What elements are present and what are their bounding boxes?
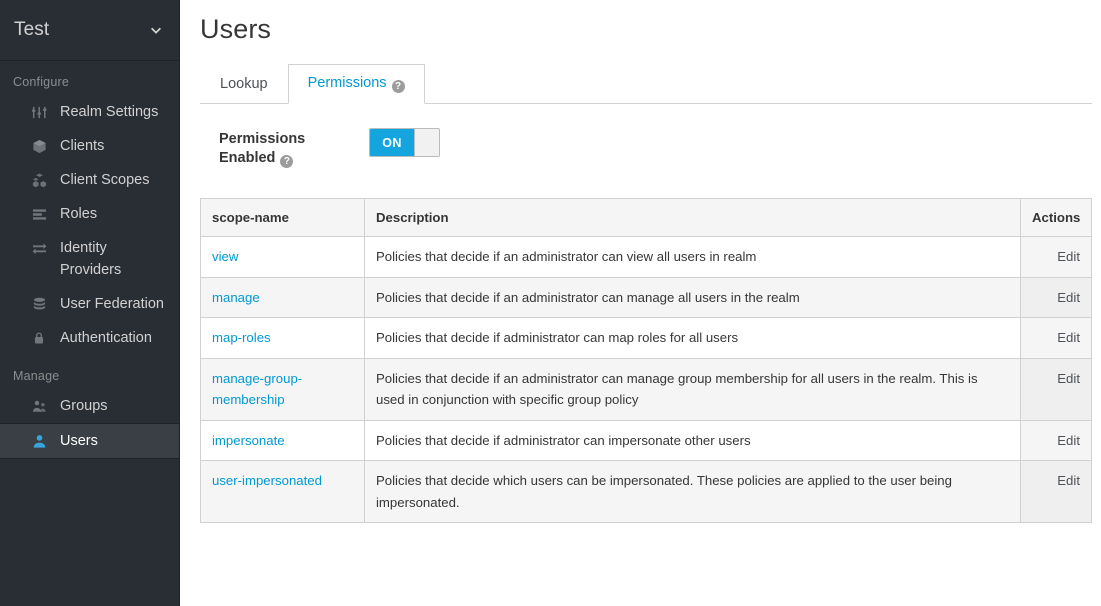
table-row: manage Policies that decide if an admini… [200, 276, 1092, 318]
cell-actions: Edit [1020, 419, 1092, 461]
sidebar-nav: Configure Realm Settings Clients Client … [0, 61, 179, 460]
column-header-description: Description [364, 198, 1021, 238]
cell-description: Policies that decide if administrator ca… [364, 317, 1021, 359]
scope-link-map-roles[interactable]: map-roles [212, 330, 271, 345]
page-title: Users [200, 14, 272, 44]
table-row: user-impersonated Policies that decide w… [200, 460, 1092, 523]
sidebar-item-users[interactable]: Users [0, 423, 179, 460]
sidebar-item-label: Authentication [60, 330, 152, 347]
cell-actions: Edit [1020, 236, 1092, 278]
edit-button[interactable]: Edit [1057, 473, 1080, 488]
lock-icon [30, 328, 48, 348]
sidebar-section-manage-label: Manage [13, 369, 60, 384]
permissions-enabled-label: Permissions Enabled? [200, 128, 350, 168]
sidebar-item-label: Client Scopes [60, 172, 150, 189]
sidebar-item-client-scopes[interactable]: Client Scopes [0, 163, 179, 197]
sidebar-section-configure-label: Configure [13, 75, 69, 89]
column-header-actions: Actions [1020, 198, 1092, 238]
cell-description: Policies that decide if an administrator… [364, 357, 1021, 421]
edit-button[interactable]: Edit [1057, 290, 1080, 305]
cell-actions: Edit [1020, 276, 1092, 318]
sidebar-item-groups[interactable]: Groups [0, 389, 179, 423]
cell-scope-name: impersonate [200, 419, 365, 461]
scope-link-view[interactable]: view [212, 249, 238, 264]
list-icon [30, 204, 48, 224]
table-header-row: scope-name Description Actions [200, 198, 1092, 238]
edit-button[interactable]: Edit [1057, 330, 1080, 345]
users-group-icon [30, 396, 48, 416]
sidebar-item-label: Identity Providers [60, 240, 122, 279]
tab-lookup[interactable]: Lookup [200, 65, 288, 104]
chevron-down-icon [149, 23, 163, 37]
cell-actions: Edit [1020, 357, 1092, 421]
cell-description: Policies that decide if an administrator… [364, 236, 1021, 278]
permissions-enabled-toggle[interactable]: ON [369, 128, 440, 157]
cell-scope-name: user-impersonated [200, 460, 365, 523]
edit-button[interactable]: Edit [1057, 371, 1080, 386]
sidebar-item-clients[interactable]: Clients [0, 129, 179, 163]
sidebar-item-user-federation[interactable]: User Federation [0, 287, 179, 321]
edit-button[interactable]: Edit [1057, 249, 1080, 264]
cell-actions: Edit [1020, 460, 1092, 523]
toggle-on-label: ON [370, 129, 414, 156]
cell-description: Policies that decide if administrator ca… [364, 419, 1021, 461]
user-icon [30, 431, 48, 451]
tab-permissions[interactable]: Permissions? [287, 64, 425, 104]
help-icon[interactable]: ? [391, 80, 405, 93]
help-icon[interactable]: ? [280, 155, 294, 168]
scope-link-manage-group-membership[interactable]: manage-group-membership [212, 371, 302, 408]
column-header-scope-name: scope-name [200, 198, 365, 238]
scope-link-user-impersonated[interactable]: user-impersonated [212, 473, 322, 488]
sidebar-item-realm-settings[interactable]: Realm Settings [0, 95, 179, 129]
main-content: Users Lookup Permissions? Permissions En… [180, 0, 1101, 606]
sidebar: Test Configure Realm Settings Clients Cl… [0, 0, 180, 606]
tab-label: Lookup [220, 76, 268, 93]
cube-icon [30, 136, 48, 156]
table-row: map-roles Policies that decide if admini… [200, 317, 1092, 359]
table-head: scope-name Description Actions [200, 198, 1092, 238]
sidebar-item-roles[interactable]: Roles [0, 197, 179, 231]
cell-actions: Edit [1020, 317, 1092, 359]
sliders-icon [30, 102, 48, 122]
cubes-icon [30, 170, 48, 190]
realm-selector[interactable]: Test [0, 0, 179, 61]
scope-link-impersonate[interactable]: impersonate [212, 433, 285, 448]
table-body: view Policies that decide if an administ… [200, 236, 1092, 523]
cell-scope-name: view [200, 236, 365, 278]
tab-bar: Lookup Permissions? [200, 64, 1092, 104]
cell-description: Policies that decide if an administrator… [364, 276, 1021, 318]
sidebar-item-label: Roles [60, 206, 98, 223]
edit-button[interactable]: Edit [1057, 433, 1080, 448]
database-icon [30, 294, 48, 314]
cell-description: Policies that decide which users can be … [364, 460, 1021, 523]
permissions-table: scope-name Description Actions view Poli… [200, 198, 1092, 524]
table-row: view Policies that decide if an administ… [200, 236, 1092, 278]
table-row: impersonate Policies that decide if admi… [200, 419, 1092, 461]
sidebar-item-label: User Federation [60, 296, 164, 313]
realm-name: Test [14, 19, 50, 40]
app-root: Test Configure Realm Settings Clients Cl… [0, 0, 1101, 606]
sidebar-item-label: Users [60, 433, 98, 450]
toggle-knob[interactable] [414, 129, 439, 156]
sidebar-item-label: Groups [60, 398, 108, 415]
cell-scope-name: map-roles [200, 317, 365, 359]
exchange-icon [30, 238, 48, 258]
sidebar-item-identity-providers[interactable]: Identity Providers [0, 231, 179, 287]
cell-scope-name: manage [200, 276, 365, 318]
scope-link-manage[interactable]: manage [212, 290, 260, 305]
tab-label: Permissions [307, 75, 387, 91]
permissions-enabled-row: Permissions Enabled? ON [200, 128, 1092, 168]
sidebar-item-label: Clients [60, 138, 105, 155]
sidebar-item-label: Realm Settings [60, 104, 159, 120]
cell-scope-name: manage-group-membership [200, 357, 365, 421]
table-row: manage-group-membership Policies that de… [200, 357, 1092, 421]
sidebar-item-authentication[interactable]: Authentication [0, 321, 179, 355]
